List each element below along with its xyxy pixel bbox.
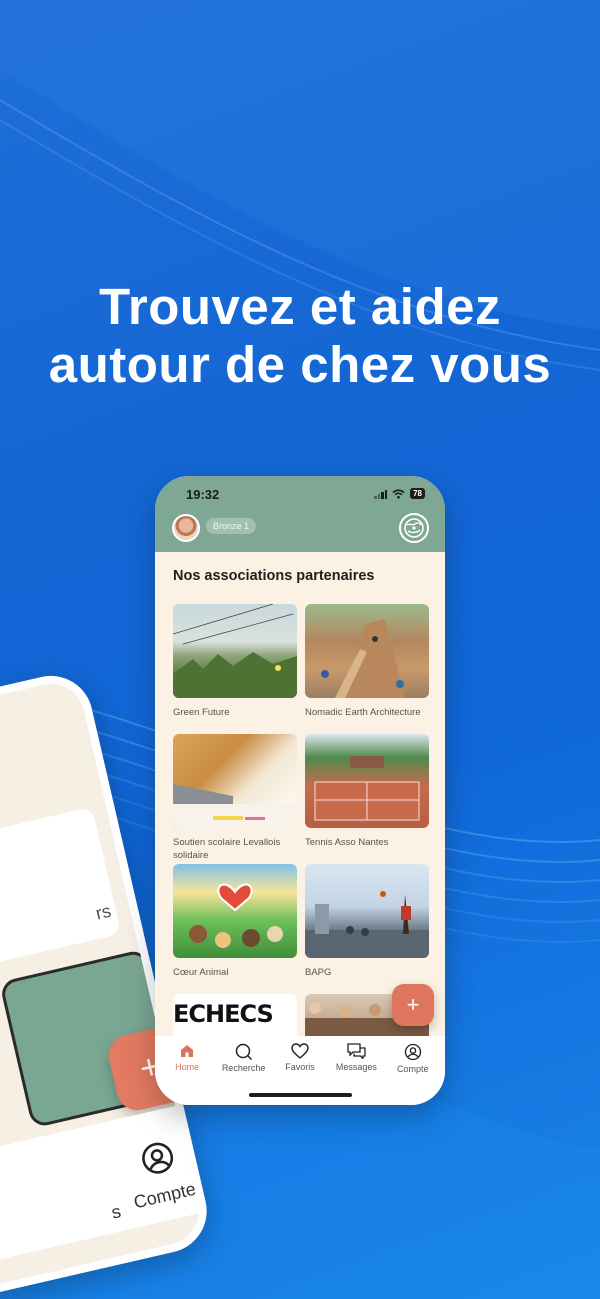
home-indicator: [249, 1093, 352, 1097]
association-image: [305, 604, 429, 698]
account-icon: [404, 1043, 421, 1061]
tab-label: Home: [175, 1062, 200, 1072]
status-time: 19:32: [186, 487, 220, 502]
wifi-icon: [392, 489, 405, 498]
association-card[interactable]: Tennis Asso Nantes: [305, 734, 429, 849]
rank-badge[interactable]: Bronze 1: [206, 518, 257, 534]
association-image: [173, 604, 297, 698]
association-card[interactable]: Green Future: [173, 604, 297, 719]
tab-label: Favoris: [285, 1062, 315, 1072]
tab-account[interactable]: Compte: [385, 1036, 441, 1105]
heart-icon: [291, 1043, 309, 1059]
chess-logo-text: ECHECS: [173, 1000, 274, 1028]
tab-label: Compte: [396, 1064, 429, 1074]
app-header: 19:32 78 Bronze 1: [155, 476, 445, 552]
association-name: BAPG: [305, 967, 332, 978]
association-image: [305, 864, 429, 958]
association-card[interactable]: BAPG: [305, 864, 429, 979]
home-icon: [181, 1045, 194, 1057]
status-icons: 78: [374, 488, 425, 499]
battery-icon: 78: [410, 488, 425, 499]
tab-home[interactable]: Home: [159, 1036, 215, 1105]
headline-line-1: Trouvez et aidez: [99, 278, 501, 335]
section-title: Nos associations partenaires: [173, 568, 375, 584]
phone-screen: 19:32 78 Bronze 1 Nos associations parte…: [155, 476, 445, 1105]
association-card[interactable]: Soutien scolaire Levallois solidaire: [173, 734, 297, 862]
association-name: Cœur Animal: [173, 967, 229, 978]
association-image: [173, 734, 297, 828]
association-name: Tennis Asso Nantes: [305, 837, 389, 848]
add-button[interactable]: +: [392, 984, 434, 1026]
tab-label: Messages: [335, 1062, 377, 1072]
search-icon: [235, 1043, 252, 1060]
messages-icon: [347, 1043, 366, 1059]
association-image: [173, 864, 297, 958]
avatar[interactable]: [172, 514, 200, 542]
headline: Trouvez et aidez autour de chez vous: [0, 278, 600, 394]
association-card[interactable]: Cœur Animal: [173, 864, 297, 979]
association-name: Green Future: [173, 707, 230, 718]
association-image: [305, 734, 429, 828]
tab-label: Recherche: [221, 1063, 266, 1073]
association-name: Soutien scolaire Levallois solidaire: [173, 837, 281, 861]
association-name: Nomadic Earth Architecture: [305, 707, 421, 718]
association-card[interactable]: Nomadic Earth Architecture: [305, 604, 429, 719]
back-card: [0, 806, 122, 968]
headline-line-2: autour de chez vous: [48, 336, 552, 393]
signal-icon: [374, 489, 388, 499]
globe-hands-icon[interactable]: [399, 513, 429, 543]
